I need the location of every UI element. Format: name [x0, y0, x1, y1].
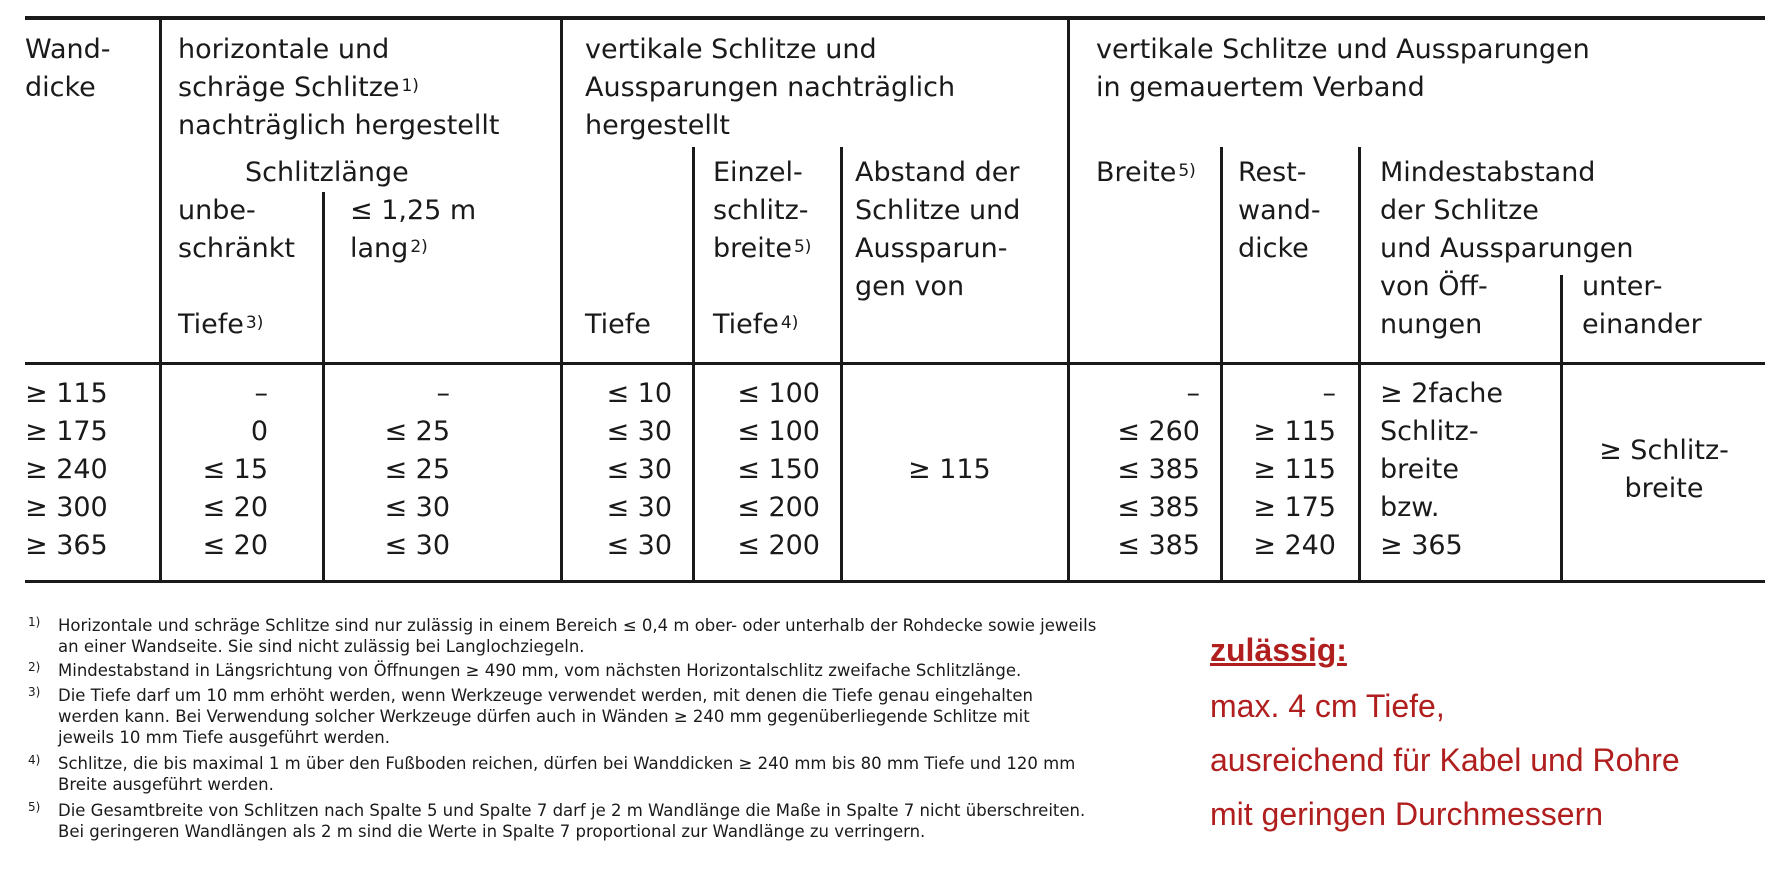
header-vertikale-nachtraeglich: vertikale Schlitze und Aussparungen nach…: [585, 34, 956, 141]
col-tiefe-lang-values: – ≤ 25 ≤ 25 ≤ 30 ≤ 30: [384, 378, 450, 561]
header-tiefe: Tiefe 3): [178, 309, 264, 340]
header-von-oeffnungen: von Öff- nungen: [1380, 271, 1488, 340]
header-untereinander: unter- einander: [1582, 271, 1702, 340]
col-vert-tiefe-values: ≤ 10 ≤ 30 ≤ 30 ≤ 30 ≤ 30: [606, 378, 672, 561]
col-divider: [1067, 18, 1070, 582]
note-line: mit geringen Durchmessern: [1210, 796, 1604, 832]
header-horizontal-schlitze: horizontale und schräge Schlitze 1) nacht…: [178, 34, 500, 141]
col-breite-values: – ≤ 260 ≤ 385 ≤ 385 ≤ 385: [1117, 378, 1200, 561]
col-divider: [692, 147, 695, 582]
col-divider: [159, 18, 162, 582]
table-top-rule: [25, 16, 1765, 20]
note-title: zulässig:: [1210, 632, 1347, 668]
col-divider: [322, 192, 325, 582]
header-125m-lang: ≤ 1,25 m lang 2): [350, 195, 477, 264]
header-breite: Breite 5): [1096, 157, 1196, 188]
header-wanddicke: Wand-dicke: [25, 34, 111, 103]
header-schlitzlaenge: Schlitzlänge: [245, 157, 409, 188]
col-tiefe-unbeschraenkt-values: –0 ≤ 15 ≤ 20 ≤ 20: [202, 378, 268, 561]
note-line: max. 4 cm Tiefe,: [1210, 688, 1445, 724]
col-divider: [1560, 275, 1563, 582]
header-unbeschraenkt: unbe-schränkt: [178, 195, 296, 264]
col-restwanddicke-values: – ≥ 115 ≥ 115 ≥ 175 ≥ 240: [1253, 378, 1336, 561]
cell-untereinander-value: ≥ Schlitz-breite: [1599, 435, 1729, 504]
cell-abstand-value: ≥ 115: [908, 454, 991, 485]
table-header-rule: [25, 362, 1765, 365]
col-divider: [1358, 147, 1361, 582]
header-einzelschlitzbreite: Einzel- schlitz- breite 5): [713, 157, 812, 264]
col-divider: [560, 18, 563, 582]
table-bottom-rule: [25, 580, 1765, 583]
header-tiefe: Tiefe: [585, 309, 651, 340]
header-restwanddicke: Rest- wand- dicke: [1238, 157, 1321, 264]
note-line: ausreichend für Kabel und Rohre: [1210, 742, 1680, 778]
header-tiefe: Tiefe 4): [713, 309, 799, 340]
col-von-oeffnungen-values: ≥ 2fache Schlitz-breite bzw. ≥ 365: [1380, 378, 1504, 561]
col-einzelschlitzbreite-values: ≤ 100 ≤ 100 ≤ 150 ≤ 200 ≤ 200: [737, 378, 820, 561]
header-abstand: Abstand der Schlitze und Aussparun- gen …: [855, 157, 1021, 302]
col-divider: [840, 147, 843, 582]
header-mindestabstand: Mindestabstand der Schlitze und Aussparu…: [1380, 157, 1634, 264]
col-wanddicke-values: ≥ 115 ≥ 175 ≥ 240 ≥ 300 ≥ 365: [25, 378, 108, 561]
header-vertikale-verband: vertikale Schlitze und Aussparungen in g…: [1096, 34, 1590, 103]
col-divider: [1220, 147, 1223, 582]
